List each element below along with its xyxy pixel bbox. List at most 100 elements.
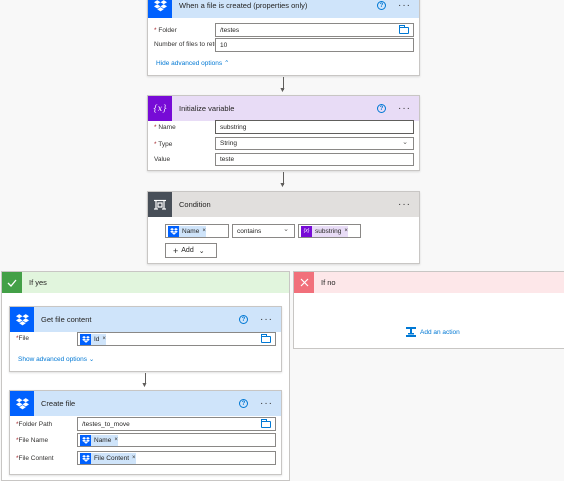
dropbox-icon bbox=[80, 333, 91, 345]
folder-path-input[interactable]: /testes_to_move bbox=[77, 417, 276, 431]
folder-picker-icon[interactable] bbox=[399, 25, 409, 34]
dropbox-icon bbox=[80, 434, 91, 446]
help-icon[interactable]: ? bbox=[377, 104, 386, 113]
folder-path-value: /testes_to_move bbox=[82, 420, 130, 428]
chevron-down-icon: ⌄ bbox=[88, 356, 95, 363]
name-token[interactable]: Name × bbox=[80, 434, 118, 446]
folder-picker-icon[interactable] bbox=[261, 419, 271, 428]
variable-icon: {x} bbox=[301, 225, 312, 237]
type-label: * Type bbox=[154, 141, 173, 148]
file-content-input[interactable]: File Content × bbox=[77, 451, 276, 465]
if-yes-header[interactable]: If yes bbox=[2, 272, 289, 293]
file-name-label: *File Name bbox=[16, 437, 49, 444]
arrow-down-icon: ▼ bbox=[141, 382, 148, 389]
folder-value: /testes bbox=[220, 26, 240, 34]
name-label: * Name bbox=[154, 124, 176, 131]
if-yes-title: If yes bbox=[29, 278, 47, 287]
file-name-input[interactable]: Name × bbox=[77, 433, 276, 447]
substring-token-label: substring bbox=[315, 227, 342, 235]
hide-advanced-options-link[interactable]: Hide advanced options ⌃ bbox=[156, 59, 229, 67]
trigger-card: When a file is created (properties only)… bbox=[147, 0, 420, 76]
variable-header[interactable]: {x} Initialize variable ? ··· bbox=[148, 96, 419, 121]
id-token[interactable]: Id × bbox=[80, 333, 106, 345]
get-file-content-card: Get file content ? ··· *File Id × Show a… bbox=[9, 306, 282, 372]
chevron-down-icon: ⌄ bbox=[402, 139, 408, 146]
condition-left-operand[interactable]: Name × bbox=[165, 224, 229, 238]
close-icon[interactable]: × bbox=[344, 228, 348, 234]
plus-icon: + bbox=[173, 245, 179, 256]
dropbox-icon bbox=[80, 452, 91, 464]
trigger-title: When a file is created (properties only) bbox=[179, 1, 308, 10]
help-icon[interactable]: ? bbox=[377, 1, 386, 10]
arrow-down-icon: ▼ bbox=[279, 87, 286, 94]
condition-title: Condition bbox=[179, 200, 211, 209]
add-action-icon bbox=[406, 327, 416, 337]
close-icon bbox=[294, 272, 314, 293]
close-icon[interactable]: × bbox=[102, 336, 106, 342]
file-content-label: *File Content bbox=[16, 455, 54, 462]
folder-input[interactable]: /testes bbox=[215, 23, 414, 37]
file-input[interactable]: Id × bbox=[77, 332, 276, 346]
close-icon[interactable]: × bbox=[114, 437, 118, 443]
if-no-title: If no bbox=[321, 278, 336, 287]
file-content-token[interactable]: File Content × bbox=[80, 452, 136, 464]
get-file-title: Get file content bbox=[41, 315, 92, 324]
chevron-down-icon: ⌄ bbox=[198, 247, 205, 255]
add-an-action-button[interactable]: Add an action bbox=[406, 327, 460, 337]
chevron-down-icon: ⌄ bbox=[283, 226, 289, 233]
operator-value: contains bbox=[237, 227, 262, 235]
variable-value-input[interactable]: teste bbox=[215, 153, 414, 166]
arrow-down-icon: ▼ bbox=[279, 182, 286, 189]
id-token-label: Id bbox=[94, 335, 100, 343]
variable-type-value: String bbox=[220, 140, 237, 147]
folder-path-label: *Folder Path bbox=[16, 421, 53, 428]
create-file-header[interactable]: Create file ? ··· bbox=[10, 391, 281, 416]
folder-label: * Folder bbox=[154, 27, 177, 34]
value-label: Value bbox=[154, 156, 171, 163]
variable-type-select[interactable]: String ⌄ bbox=[215, 137, 414, 150]
variable-name-input[interactable]: substring bbox=[215, 120, 414, 134]
more-options-icon[interactable]: ··· bbox=[398, 103, 411, 114]
condition-icon bbox=[148, 192, 172, 217]
trigger-header[interactable]: When a file is created (properties only)… bbox=[148, 0, 419, 18]
file-count-input[interactable]: 10 bbox=[215, 38, 414, 52]
get-file-header[interactable]: Get file content ? ··· bbox=[10, 307, 281, 332]
help-icon[interactable]: ? bbox=[239, 399, 248, 408]
dropbox-icon bbox=[10, 391, 34, 416]
file-count-value: 10 bbox=[220, 41, 228, 49]
help-icon[interactable]: ? bbox=[239, 315, 248, 324]
name-token[interactable]: Name × bbox=[168, 225, 206, 237]
condition-header[interactable]: Condition ··· bbox=[148, 192, 419, 217]
more-options-icon[interactable]: ··· bbox=[260, 398, 273, 409]
chevron-up-icon: ⌃ bbox=[223, 60, 230, 67]
condition-card: Condition ··· Name × contains ⌄ {x} subs… bbox=[147, 191, 420, 264]
more-options-icon[interactable]: ··· bbox=[398, 199, 411, 210]
dropbox-icon bbox=[168, 225, 179, 237]
dropbox-icon bbox=[148, 0, 172, 18]
name-token-label: Name bbox=[182, 227, 200, 235]
variable-name-value: substring bbox=[220, 123, 247, 131]
file-label: *File bbox=[16, 335, 30, 342]
file-count-label: Number of files to return bbox=[154, 41, 224, 48]
close-icon[interactable]: × bbox=[202, 228, 206, 234]
create-file-card: Create file ? ··· *Folder Path /testes_t… bbox=[9, 390, 282, 475]
condition-right-operand[interactable]: {x} substring × bbox=[298, 224, 361, 238]
dropbox-icon bbox=[10, 307, 34, 332]
variable-value: teste bbox=[220, 156, 235, 163]
checkmark-icon bbox=[2, 272, 22, 293]
variable-title: Initialize variable bbox=[179, 104, 235, 113]
substring-token[interactable]: {x} substring × bbox=[301, 225, 348, 237]
more-options-icon[interactable]: ··· bbox=[260, 314, 273, 325]
folder-picker-icon[interactable] bbox=[261, 334, 271, 343]
show-advanced-options-link[interactable]: Show advanced options ⌄ bbox=[18, 355, 94, 363]
if-no-branch: If no Add an action bbox=[293, 271, 564, 349]
variable-icon: {x} bbox=[148, 96, 172, 121]
close-icon[interactable]: × bbox=[132, 455, 136, 461]
add-button[interactable]: + Add ⌄ bbox=[165, 243, 217, 258]
create-file-title: Create file bbox=[41, 399, 76, 408]
file-content-token-label: File Content bbox=[94, 454, 130, 462]
add-an-action-label: Add an action bbox=[420, 328, 460, 336]
more-options-icon[interactable]: ··· bbox=[398, 0, 411, 11]
operator-select[interactable]: contains ⌄ bbox=[232, 224, 295, 238]
if-no-header[interactable]: If no bbox=[294, 272, 564, 293]
